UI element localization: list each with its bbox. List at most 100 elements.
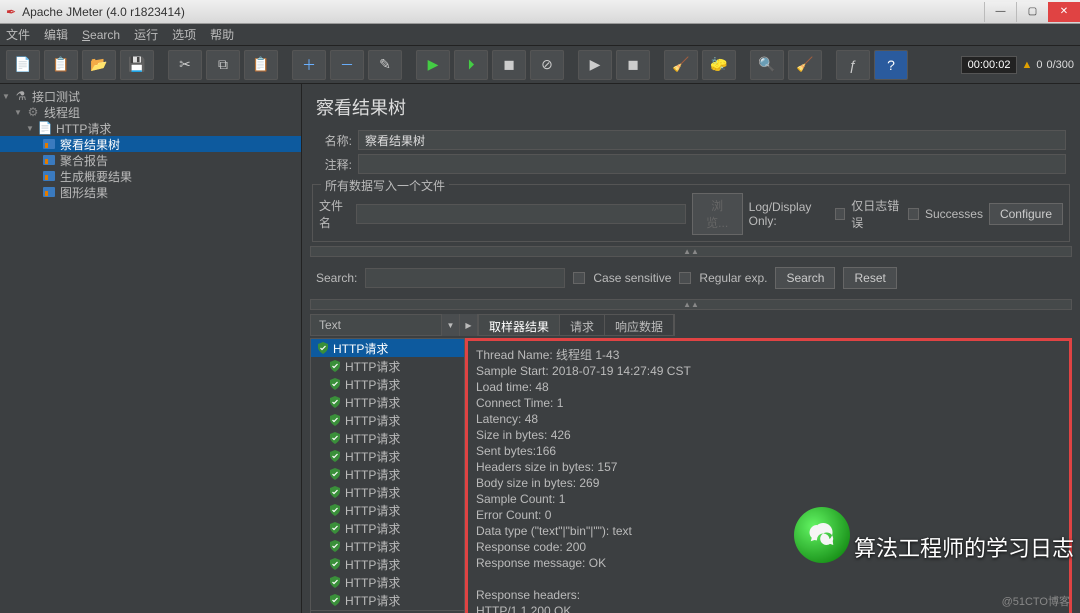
- clear-all-button[interactable]: 🧽: [702, 50, 736, 80]
- tree-http-request[interactable]: ▼📄 HTTP请求: [0, 120, 301, 136]
- collapse-bar-up[interactable]: ▲▲: [310, 246, 1072, 257]
- collapse-button[interactable]: －: [330, 50, 364, 80]
- clear-button[interactable]: 🧹: [664, 50, 698, 80]
- search-input[interactable]: [365, 268, 565, 288]
- fieldset-legend: 所有数据写入一个文件: [321, 177, 449, 194]
- close-button[interactable]: ✕: [1048, 2, 1080, 22]
- errors-only-label: 仅日志错误: [851, 197, 902, 231]
- window-title: Apache JMeter (4.0 r1823414): [22, 5, 185, 19]
- list-item[interactable]: HTTP请求: [311, 411, 464, 429]
- tab-response-data[interactable]: 响应数据: [605, 315, 674, 335]
- successes-label: Successes: [925, 207, 983, 221]
- list-item[interactable]: HTTP请求: [311, 375, 464, 393]
- save-button[interactable]: 💾: [120, 50, 154, 80]
- sampler-result-details: Thread Name: 线程组 1-43Sample Start: 2018-…: [465, 338, 1072, 613]
- wechat-logo-icon: [794, 507, 850, 563]
- app-icon: ✒: [6, 5, 16, 19]
- list-item[interactable]: HTTP请求: [311, 483, 464, 501]
- remote-start-button[interactable]: ▶: [578, 50, 612, 80]
- elapsed-time: 00:00:02: [961, 56, 1018, 74]
- name-label: 名称:: [316, 132, 352, 149]
- list-item[interactable]: HTTP请求: [311, 573, 464, 591]
- tree-thread-group[interactable]: ▼⚙ 线程组: [0, 104, 301, 120]
- successes-checkbox[interactable]: [908, 208, 919, 220]
- browse-button[interactable]: 浏览...: [692, 193, 743, 235]
- list-item[interactable]: HTTP请求: [311, 429, 464, 447]
- case-sensitive-checkbox[interactable]: [573, 272, 585, 284]
- tab-sampler-result[interactable]: 取样器结果: [479, 315, 560, 335]
- comment-label: 注释:: [316, 156, 352, 173]
- collapse-bar-down[interactable]: ▲▲: [310, 299, 1072, 310]
- search-tool-button[interactable]: 🔍: [750, 50, 784, 80]
- warning-indicator: ▲ 0: [1021, 59, 1042, 71]
- new-button[interactable]: 📄: [6, 50, 40, 80]
- list-item[interactable]: HTTP请求: [311, 465, 464, 483]
- reset-search-button[interactable]: 🧹: [788, 50, 822, 80]
- stop-button[interactable]: ◼: [492, 50, 526, 80]
- list-item[interactable]: HTTP请求: [311, 393, 464, 411]
- menu-file[interactable]: 文件: [6, 26, 30, 43]
- list-item[interactable]: HTTP请求: [311, 555, 464, 573]
- list-item[interactable]: HTTP请求: [311, 501, 464, 519]
- menu-help[interactable]: 帮助: [210, 26, 234, 43]
- function-helper-button[interactable]: ƒ: [836, 50, 870, 80]
- thread-ratio: 0/300: [1046, 59, 1074, 71]
- tree-summary-report[interactable]: 生成概要结果: [0, 168, 301, 184]
- paste-button[interactable]: 📋: [244, 50, 278, 80]
- list-item[interactable]: HTTP请求: [311, 519, 464, 537]
- search-button[interactable]: Search: [775, 267, 835, 289]
- list-item[interactable]: HTTP请求: [311, 591, 464, 609]
- tree-root[interactable]: ▼⚗ 接口测试: [0, 88, 301, 104]
- test-plan-tree[interactable]: ▼⚗ 接口测试 ▼⚙ 线程组 ▼📄 HTTP请求 察看结果树 聚合报告 生成概要…: [0, 84, 302, 613]
- copy-button[interactable]: ⧉: [206, 50, 240, 80]
- start-no-timer-button[interactable]: ⏵: [454, 50, 488, 80]
- filename-label: 文件名: [319, 197, 350, 231]
- search-label: Search:: [316, 271, 357, 285]
- comment-input[interactable]: [358, 154, 1066, 174]
- panel-title: 察看结果树: [302, 84, 1080, 128]
- regex-checkbox[interactable]: [679, 272, 691, 284]
- content-panel: 察看结果树 名称: 注释: 所有数据写入一个文件 文件名 浏览... Log/D…: [302, 84, 1080, 613]
- remote-stop-button[interactable]: ◼: [616, 50, 650, 80]
- chevron-right-icon[interactable]: ▶: [459, 314, 477, 336]
- watermark-text: 算法工程师的学习日志: [854, 531, 1074, 563]
- toggle-button[interactable]: ✎: [368, 50, 402, 80]
- expand-button[interactable]: ＋: [292, 50, 326, 80]
- menu-search[interactable]: Search: [82, 28, 120, 42]
- list-item[interactable]: HTTP请求: [311, 339, 464, 357]
- tree-graph-results[interactable]: 图形结果: [0, 184, 301, 200]
- maximize-button[interactable]: ▢: [1016, 2, 1048, 22]
- templates-button[interactable]: 📋: [44, 50, 78, 80]
- start-button[interactable]: ▶: [416, 50, 450, 80]
- window-titlebar: ✒ Apache JMeter (4.0 r1823414) — ▢ ✕: [0, 0, 1080, 24]
- chevron-down-icon[interactable]: ▼: [441, 314, 459, 336]
- regex-label: Regular exp.: [699, 271, 767, 285]
- tree-view-results[interactable]: 察看结果树: [0, 136, 301, 152]
- renderer-combo[interactable]: Text ▼ ▶: [310, 314, 478, 336]
- errors-only-checkbox[interactable]: [835, 208, 846, 220]
- tree-aggregate-report[interactable]: 聚合报告: [0, 152, 301, 168]
- list-item[interactable]: HTTP请求: [311, 357, 464, 375]
- open-button[interactable]: 📂: [82, 50, 116, 80]
- toolbar: 📄 📋 📂 💾 ✂ ⧉ 📋 ＋ － ✎ ▶ ⏵ ◼ ⊘ ▶ ◼ 🧹 🧽 🔍 🧹 …: [0, 46, 1080, 84]
- filename-input[interactable]: [356, 204, 686, 224]
- menu-edit[interactable]: 编辑: [44, 26, 68, 43]
- reset-button[interactable]: Reset: [843, 267, 896, 289]
- minimize-button[interactable]: —: [984, 2, 1016, 22]
- write-file-fieldset: 所有数据写入一个文件 文件名 浏览... Log/Display Only: 仅…: [312, 184, 1070, 242]
- menu-options[interactable]: 选项: [172, 26, 196, 43]
- menu-run[interactable]: 运行: [134, 26, 158, 43]
- list-item[interactable]: HTTP请求: [311, 447, 464, 465]
- list-item[interactable]: HTTP请求: [311, 537, 464, 555]
- tab-request[interactable]: 请求: [560, 315, 605, 335]
- configure-button[interactable]: Configure: [989, 203, 1063, 225]
- case-sensitive-label: Case sensitive: [593, 271, 671, 285]
- help-button[interactable]: ?: [874, 50, 908, 80]
- menu-bar: 文件 编辑 Search 运行 选项 帮助: [0, 24, 1080, 46]
- cut-button[interactable]: ✂: [168, 50, 202, 80]
- shutdown-button[interactable]: ⊘: [530, 50, 564, 80]
- name-input[interactable]: [358, 130, 1066, 150]
- logdisplay-label: Log/Display Only:: [749, 200, 829, 228]
- footer-watermark: @51CTO博客: [1002, 593, 1070, 609]
- sample-list[interactable]: HTTP请求HTTP请求HTTP请求HTTP请求HTTP请求HTTP请求HTTP…: [310, 338, 465, 613]
